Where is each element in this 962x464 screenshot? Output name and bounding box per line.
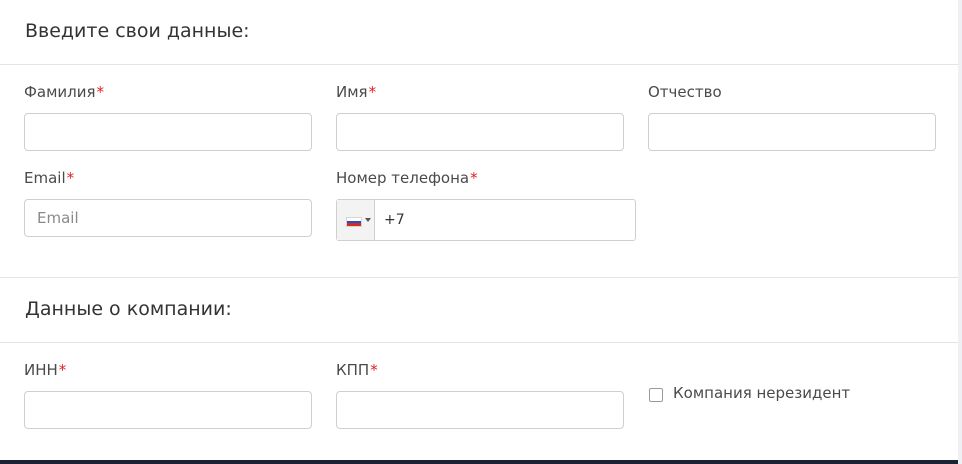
- email-label: Email*: [24, 169, 74, 187]
- caret-down-icon: [365, 218, 371, 222]
- russia-flag-icon: [346, 217, 362, 227]
- page-edge: [958, 0, 962, 464]
- nonresident-checkbox[interactable]: [649, 388, 663, 402]
- email-label-text: Email: [24, 169, 66, 187]
- required-marker: *: [96, 83, 105, 101]
- inn-label: ИНН*: [24, 361, 66, 379]
- phone-label: Номер телефона*: [336, 169, 478, 187]
- last-name-label: Фамилия*: [24, 83, 104, 101]
- country-selector[interactable]: [337, 200, 375, 240]
- kpp-label: КПП*: [336, 361, 378, 379]
- last-name-input[interactable]: [24, 113, 312, 151]
- section-divider: [0, 277, 958, 278]
- email-input[interactable]: [24, 199, 312, 237]
- phone-label-text: Номер телефона: [336, 169, 470, 187]
- inn-input[interactable]: [24, 391, 312, 429]
- kpp-input[interactable]: [336, 391, 624, 429]
- registration-form-panel: Введите свои данные: Фамилия* Имя* Отчес…: [0, 0, 958, 460]
- phone-field: [336, 199, 636, 241]
- header-divider: [0, 64, 958, 65]
- nonresident-label[interactable]: Компания нерезидент: [673, 384, 850, 402]
- required-marker: *: [470, 169, 478, 187]
- company-header-divider: [0, 342, 958, 343]
- first-name-input[interactable]: [336, 113, 624, 151]
- required-marker: *: [370, 361, 378, 379]
- required-marker: *: [66, 169, 75, 187]
- phone-input[interactable]: [375, 200, 633, 240]
- kpp-label-text: КПП: [336, 361, 370, 379]
- last-name-label-text: Фамилия: [24, 83, 96, 101]
- inn-label-text: ИНН: [24, 361, 58, 379]
- company-section-title: Данные о компании:: [25, 298, 232, 320]
- personal-section-title: Введите свои данные:: [25, 20, 250, 42]
- first-name-label: Имя*: [336, 83, 376, 101]
- required-marker: *: [368, 83, 377, 101]
- required-marker: *: [58, 361, 67, 379]
- middle-name-input[interactable]: [648, 113, 936, 151]
- first-name-label-text: Имя: [336, 83, 368, 101]
- middle-name-label: Отчество: [648, 83, 722, 101]
- middle-name-label-text: Отчество: [648, 83, 722, 101]
